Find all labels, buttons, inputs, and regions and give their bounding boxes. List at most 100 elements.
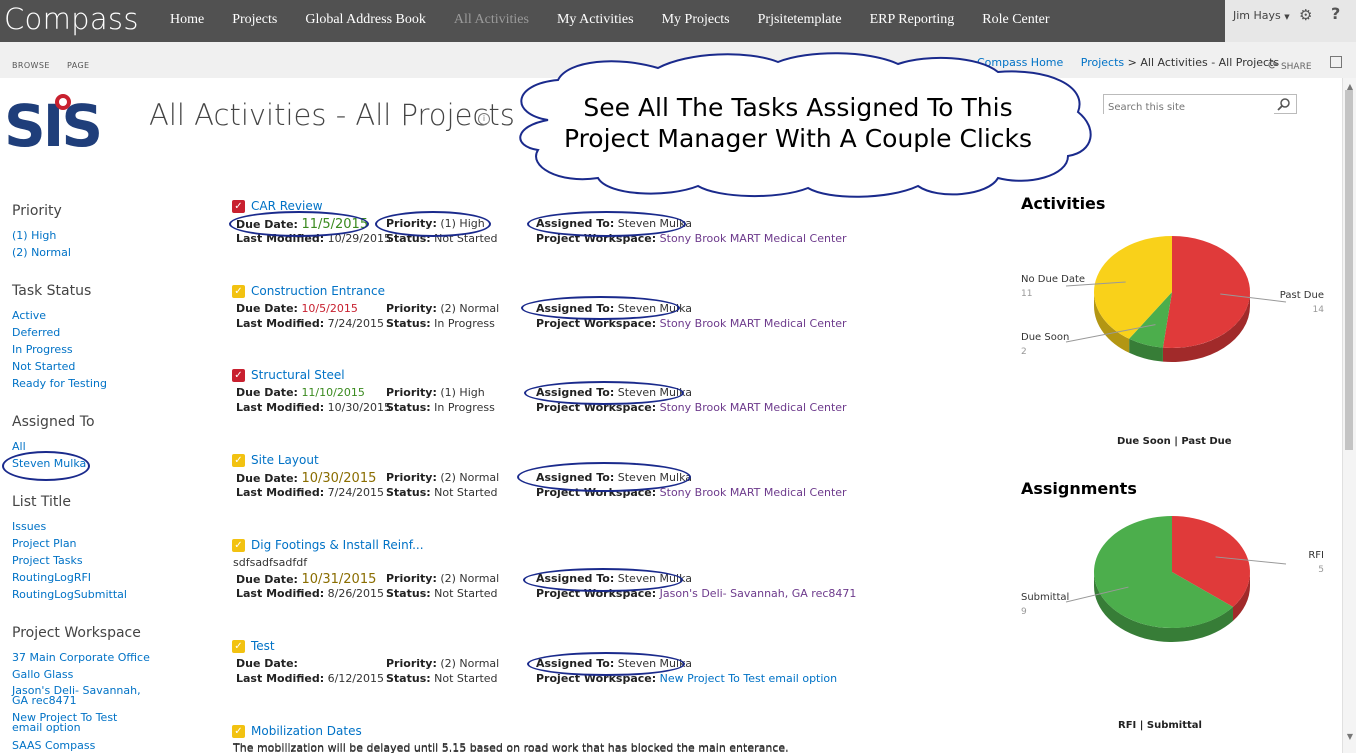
project-workspace-link[interactable]: Stony Brook MART Medical Center [660,317,847,330]
project-workspace-link[interactable]: Stony Brook MART Medical Center [660,486,847,499]
info-icon[interactable]: i [478,113,490,125]
task-title-link[interactable]: Mobilization Dates [251,724,362,738]
share-button[interactable]: ⟳ SHARE [1268,58,1312,72]
sis-logo[interactable]: SIS [4,92,122,150]
task-checkbox-icon[interactable]: ✓ [232,200,245,213]
search-input[interactable] [1104,98,1274,117]
refiner-list-project-tasks[interactable]: Project Tasks [12,555,152,567]
project-workspace-link[interactable]: Stony Brook MART Medical Center [660,232,847,245]
task-status: Status: In Progress [386,317,495,330]
task-status: Status: Not Started [386,486,498,499]
last-modified-value: 7/24/2015 [327,317,385,330]
last-modified-value: 7/24/2015 [327,486,385,499]
brand-name[interactable]: Compass [4,2,139,36]
task-title-link[interactable]: Construction Entrance [251,284,385,298]
refiner-status-active[interactable]: Active [12,310,152,322]
refiner-workspace-jasons-deli[interactable]: Jason's Deli- Savannah, GA rec8471 [12,685,150,706]
scroll-up-icon[interactable]: ▲ [1347,82,1353,91]
task-checkbox-icon[interactable]: ✓ [232,539,245,552]
refiner-assigned-steven-mulka[interactable]: Steven Mulka [12,458,152,470]
refiner-workspace-gallo-glass[interactable]: Gallo Glass [12,669,152,681]
refiner-status-not-started[interactable]: Not Started [12,361,152,373]
task-project-workspace: Project Workspace: Stony Brook MART Medi… [536,401,847,414]
topnav-my-projects[interactable]: My Projects [648,0,744,42]
topnav-all-activities[interactable]: All Activities [440,0,543,42]
task-last-modified: Last Modified: 10/30/2015 [236,401,391,414]
gear-icon[interactable]: ⚙ [1299,6,1312,24]
refiner-list-project-plan[interactable]: Project Plan [12,538,152,550]
refiner-workspace-new-project[interactable]: New Project To Test email option [12,712,150,733]
tab-browse[interactable]: BROWSE [12,61,50,70]
task-project-workspace: Project Workspace: Jason's Deli- Savanna… [536,587,856,600]
last-modified-label: Last Modified: [236,232,325,245]
task-last-modified: Last Modified: 8/26/2015 [236,587,384,600]
scroll-down-icon[interactable]: ▼ [1347,732,1353,741]
refiner-list-issues[interactable]: Issues [12,521,152,533]
focus-content-icon[interactable] [1330,56,1342,68]
project-workspace-link[interactable]: New Project To Test email option [660,672,837,685]
task-title-link[interactable]: Dig Footings & Install Reinf... [251,538,424,552]
task-title-link[interactable]: Structural Steel [251,368,345,382]
status-label: Status: [386,587,431,600]
priority-label: Priority: [386,386,437,399]
task-checkbox-icon[interactable]: ✓ [232,369,245,382]
last-modified-value: 10/29/2015 [327,232,392,245]
topnav-role-center[interactable]: Role Center [968,0,1063,42]
project-workspace-label: Project Workspace: [536,401,657,414]
refiner-list-routinglogsubmittal[interactable]: RoutingLogSubmittal [12,589,152,601]
refiner-status-deferred[interactable]: Deferred [12,327,152,339]
task-title-link[interactable]: Site Layout [251,453,319,467]
callout-text: See All The Tasks Assigned To This Proje… [538,92,1058,154]
top-nav: Home Projects Global Address Book All Ac… [156,0,1064,42]
last-modified-label: Last Modified: [236,587,325,600]
refiner-status-ready[interactable]: Ready for Testing [12,378,152,390]
task-checkbox-icon[interactable]: ✓ [232,725,245,738]
help-icon[interactable]: ? [1331,4,1340,23]
due-date-label: Due Date: [236,573,298,586]
task-priority: Priority: (1) High [386,217,485,230]
priority-value: (1) High [440,386,485,399]
refiner-priority-title: Priority [12,203,62,219]
status-value: Not Started [434,486,498,499]
topnav-home[interactable]: Home [156,0,218,42]
topnav-my-activities[interactable]: My Activities [543,0,648,42]
topnav-projects[interactable]: Projects [218,0,291,42]
task-title-link[interactable]: Test [251,639,275,653]
task-due-date: Due Date: 10/31/2015 [236,572,376,587]
priority-value: (2) Normal [440,302,500,315]
user-menu[interactable]: Jim Hays ▼ [1233,9,1290,22]
refiner-priority-high[interactable]: (1) High [12,230,152,242]
task-checkbox-icon[interactable]: ✓ [232,285,245,298]
task-assigned-to: Assigned To: Steven Mulka [536,657,692,670]
due-date-value: 10/5/2015 [301,302,358,315]
refiner-assigned-all[interactable]: All [12,441,152,453]
last-modified-label: Last Modified: [236,401,325,414]
refiner-workspace-37-main[interactable]: 37 Main Corporate Office [12,652,152,664]
project-workspace-link[interactable]: Jason's Deli- Savannah, GA rec8471 [660,587,857,600]
refiner-workspace-saas-compass[interactable]: SAAS Compass [12,740,152,752]
task-checkbox-icon[interactable]: ✓ [232,640,245,653]
refiner-priority-normal[interactable]: (2) Normal [12,247,152,259]
tab-page[interactable]: PAGE [67,61,90,70]
task-title-link[interactable]: CAR Review [251,199,323,213]
scrollbar-thumb[interactable] [1345,90,1353,450]
chart-caption-activities: Due Soon | Past Due [1117,436,1232,447]
search-icon[interactable] [1277,97,1291,111]
user-area: Jim Hays ▼ ⚙ ? [1225,0,1356,42]
topnav-prjsitetemplate[interactable]: Prjsitetemplate [744,0,856,42]
refiner-status-in-progress[interactable]: In Progress [12,344,152,356]
topnav-global-address-book[interactable]: Global Address Book [291,0,440,42]
pie-label-name: Past Due [1280,290,1324,301]
status-value: In Progress [434,401,495,414]
task-status: Status: In Progress [386,401,495,414]
priority-label: Priority: [386,217,437,230]
topnav-erp-reporting[interactable]: ERP Reporting [856,0,969,42]
chart-title-activities: Activities [1021,194,1106,213]
refiner-list-routinglogrfi[interactable]: RoutingLogRFI [12,572,152,584]
task-checkbox-icon[interactable]: ✓ [232,454,245,467]
project-workspace-link[interactable]: Stony Brook MART Medical Center [660,401,847,414]
status-label: Status: [386,401,431,414]
project-workspace-label: Project Workspace: [536,317,657,330]
task-description: sdfsadfsadfdf [233,556,308,569]
status-value: In Progress [434,317,495,330]
